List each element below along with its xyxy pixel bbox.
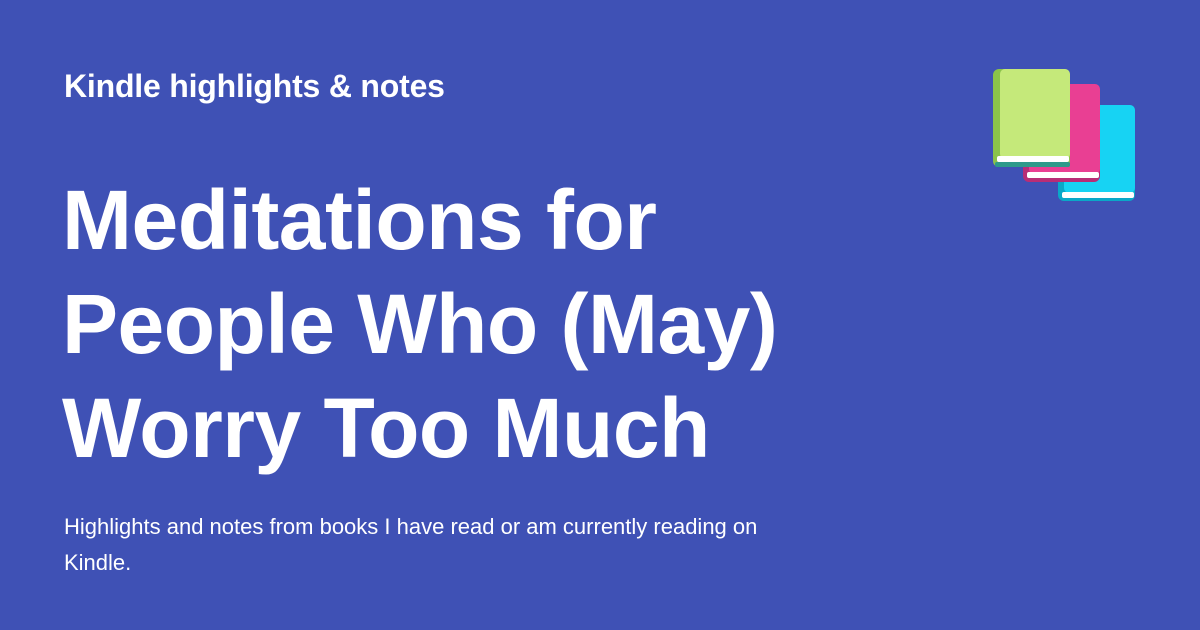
book-title-line: Worry Too Much (62, 381, 710, 475)
book-title-line: People Who (May) (62, 277, 778, 371)
book-title: Meditations for People Who (May) Worry T… (62, 168, 862, 480)
books-icon (992, 68, 1138, 204)
description-text: Highlights and notes from books I have r… (64, 514, 758, 575)
site-label: Kindle highlights & notes (64, 68, 445, 104)
social-card: Kindle highlights & notes Meditations fo… (0, 0, 1200, 630)
book-title-line: Meditations for (62, 173, 657, 267)
green-book-icon (993, 69, 1070, 167)
